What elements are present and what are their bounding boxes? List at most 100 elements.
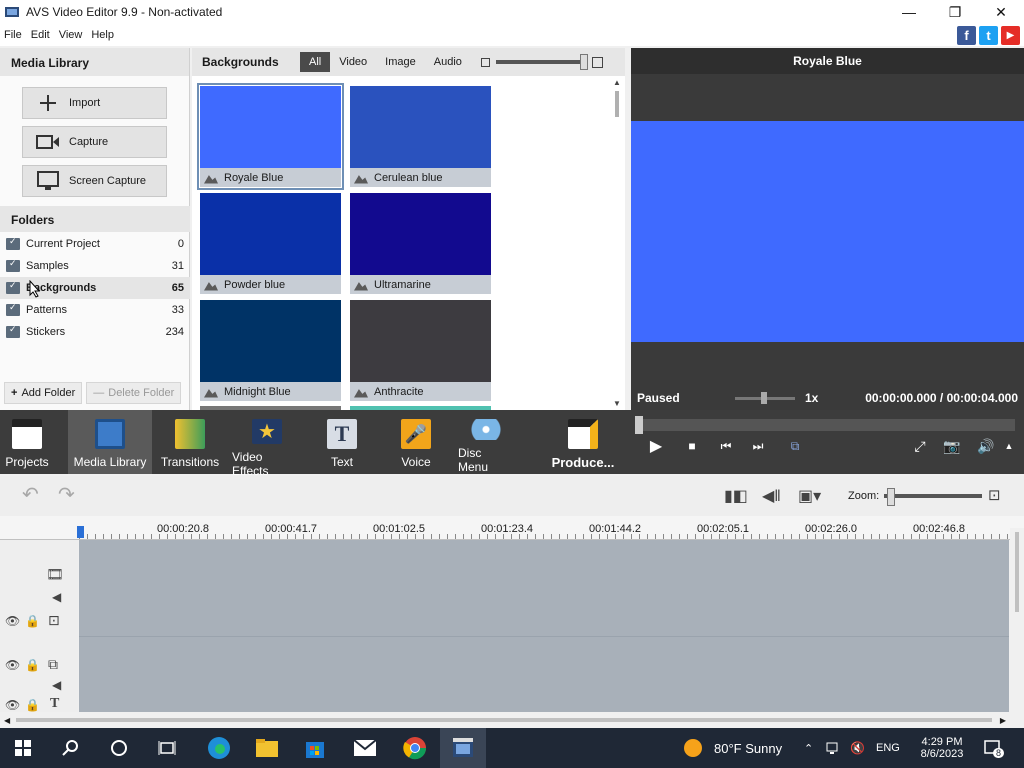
split-icon[interactable]: ⧉: [784, 436, 806, 456]
eye-icon[interactable]: 👁: [5, 614, 20, 628]
clock[interactable]: 4:29 PM 8/6/2023: [912, 728, 972, 768]
facebook-icon[interactable]: f: [957, 26, 976, 45]
stop-icon[interactable]: ■: [684, 436, 700, 456]
folder-stickers[interactable]: Stickers 234: [0, 321, 190, 343]
background-item[interactable]: Ultramarine: [350, 193, 491, 294]
maximize-button[interactable]: ❐: [932, 0, 978, 24]
weather-widget[interactable]: 80°F Sunny: [684, 728, 782, 768]
toolbar-produce[interactable]: Produce...: [548, 410, 618, 474]
scroll-down-icon[interactable]: ▼: [611, 399, 623, 408]
chevron-up-icon[interactable]: ⌃: [804, 728, 813, 768]
background-item[interactable]: Midnight Blue: [200, 300, 341, 401]
mute-icon[interactable]: ◀: [52, 678, 61, 692]
toolbar-disc-menu[interactable]: Disc Menu: [458, 410, 514, 474]
eye-icon[interactable]: 👁: [5, 698, 20, 712]
mail-icon[interactable]: [342, 728, 388, 768]
menu-file[interactable]: File: [0, 29, 27, 41]
thumbnail-size-slider[interactable]: [480, 54, 603, 70]
volume-icon[interactable]: 🔊: [976, 436, 996, 456]
scroll-right-icon[interactable]: ▶: [1000, 716, 1006, 725]
timeline-tracks[interactable]: [79, 540, 1009, 712]
toolbar-transitions[interactable]: Transitions: [160, 410, 220, 474]
start-icon[interactable]: [0, 728, 46, 768]
file-explorer-icon[interactable]: [244, 728, 290, 768]
eye-icon[interactable]: 👁: [5, 658, 20, 672]
folder-current-project[interactable]: Current Project 0: [0, 233, 190, 255]
edge-icon[interactable]: [196, 728, 242, 768]
toolbar-text[interactable]: T Text: [322, 410, 362, 474]
store-icon[interactable]: [292, 728, 338, 768]
plus-icon: [33, 94, 63, 112]
network-icon[interactable]: [826, 728, 842, 768]
cortana-icon[interactable]: [96, 728, 142, 768]
minimize-button[interactable]: —: [886, 0, 932, 24]
toolbar-projects[interactable]: Projects: [0, 410, 54, 474]
play-icon[interactable]: ▶: [646, 436, 666, 456]
zoom-slider[interactable]: [884, 488, 982, 506]
window-title: AVS Video Editor 9.9 - Non-activated: [26, 5, 223, 19]
timeline-hscroll[interactable]: ◀ ▶: [0, 712, 1024, 728]
menu-help[interactable]: Help: [87, 29, 119, 41]
search-icon[interactable]: [48, 728, 94, 768]
notifications-icon[interactable]: 8: [984, 728, 1005, 768]
filter-image[interactable]: Image: [376, 52, 425, 72]
scroll-thumb[interactable]: [615, 91, 619, 117]
undo-icon[interactable]: ↶: [22, 482, 39, 507]
snapshot-icon[interactable]: 📷: [942, 436, 962, 456]
produce-icon: [568, 419, 598, 449]
youtube-icon[interactable]: ▶: [1001, 26, 1020, 45]
task-view-icon[interactable]: [144, 728, 190, 768]
scroll-up-icon[interactable]: ▲: [611, 78, 623, 87]
library-scrollbar[interactable]: ▲ ▼: [611, 78, 623, 408]
close-button[interactable]: ✕: [978, 0, 1024, 24]
avs-video-editor-icon[interactable]: [440, 728, 486, 768]
fullscreen-icon[interactable]: ⤢: [910, 436, 930, 456]
speed-slider[interactable]: [735, 391, 795, 404]
mute-icon[interactable]: ◀: [52, 590, 61, 604]
lock-icon[interactable]: 🔒: [25, 698, 40, 712]
menu-edit[interactable]: Edit: [27, 29, 55, 41]
filter-audio[interactable]: Audio: [425, 52, 471, 72]
lock-icon[interactable]: 🔒: [25, 658, 40, 672]
toolbar-media-library[interactable]: Media Library: [68, 410, 152, 474]
lock-icon[interactable]: 🔒: [25, 614, 40, 628]
chrome-icon[interactable]: [392, 728, 438, 768]
volume-muted-icon[interactable]: 🔇: [850, 728, 865, 768]
folder-patterns[interactable]: Patterns 33: [0, 299, 190, 321]
timeline-vscroll[interactable]: [1010, 528, 1024, 712]
preview-frame: [631, 121, 1024, 342]
menu-view[interactable]: View: [55, 29, 88, 41]
background-item[interactable]: Royale Blue: [197, 83, 344, 190]
audio-mixer-icon[interactable]: ◀︎‖: [762, 486, 781, 506]
seek-handle[interactable]: [635, 416, 643, 434]
twitter-icon[interactable]: t: [979, 26, 998, 45]
background-item[interactable]: Powder blue: [200, 193, 341, 294]
toolbar-video-effects[interactable]: ★ Video Effects: [232, 410, 302, 478]
playhead[interactable]: [77, 526, 84, 538]
next-frame-icon[interactable]: ⏭: [750, 436, 766, 456]
folder-samples[interactable]: Samples 31: [0, 255, 190, 277]
previous-frame-icon[interactable]: ⏮: [718, 436, 734, 456]
toolbar-voice[interactable]: 🎤 Voice: [396, 410, 436, 474]
filter-video[interactable]: Video: [330, 52, 376, 72]
scroll-thumb[interactable]: [16, 718, 992, 722]
filter-all[interactable]: All: [300, 52, 331, 72]
preview-title: Royale Blue: [631, 48, 1024, 74]
delete-folder-button[interactable]: — Delete Folder: [86, 382, 182, 404]
fit-timeline-icon[interactable]: ⊡: [988, 486, 1001, 504]
redo-icon[interactable]: ↷: [58, 482, 75, 507]
import-button[interactable]: Import: [22, 87, 167, 119]
language-indicator[interactable]: ENG: [876, 728, 900, 768]
screen-capture-button[interactable]: Screen Capture: [22, 165, 167, 197]
background-item[interactable]: Cerulean blue: [350, 86, 491, 187]
storyboard-icon[interactable]: ▮◧: [724, 486, 748, 506]
timeline-ruler[interactable]: 00:00:20.8 00:00:41.7 00:01:02.5 00:01:2…: [0, 516, 1024, 540]
scroll-left-icon[interactable]: ◀: [4, 716, 10, 725]
background-item[interactable]: Anthracite: [350, 300, 491, 401]
chevron-up-icon[interactable]: ▲: [1002, 436, 1016, 456]
add-folder-button[interactable]: + Add Folder: [4, 382, 83, 404]
capture-button[interactable]: Capture: [22, 126, 167, 158]
display-settings-icon[interactable]: ▣▾: [798, 486, 821, 506]
item-label: Royale Blue: [224, 171, 284, 184]
seek-bar[interactable]: [635, 416, 1015, 434]
